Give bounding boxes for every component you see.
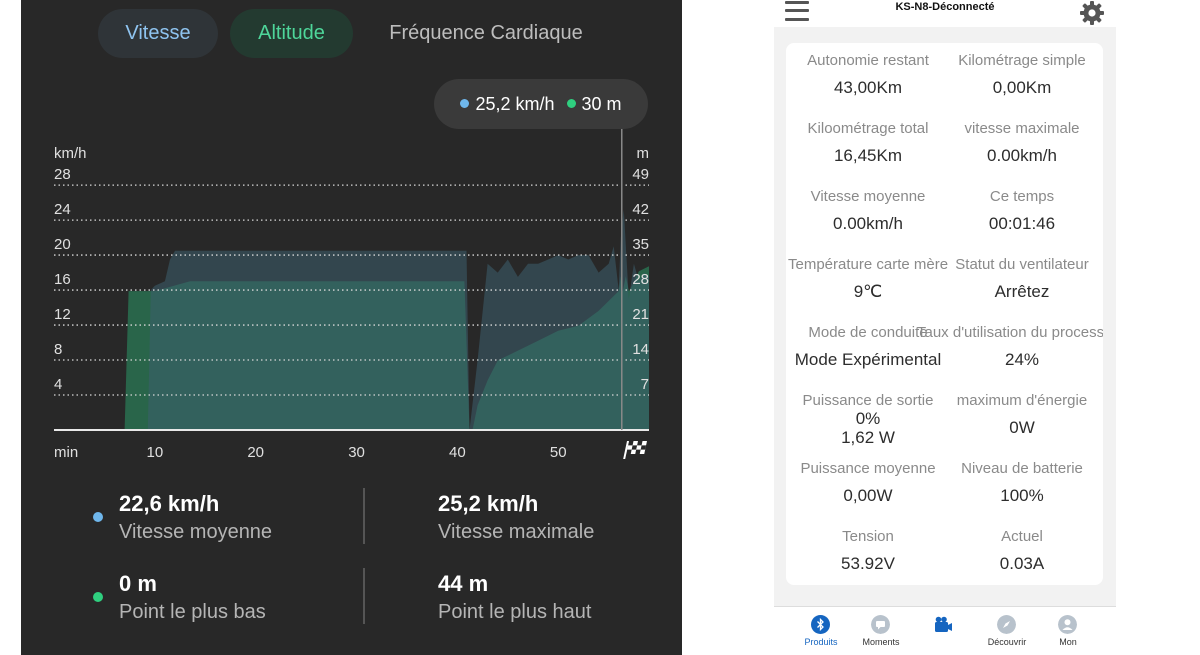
x-tick: 30 — [348, 444, 365, 461]
cell-label: Actuel — [1001, 528, 1043, 545]
altitude-legend-dot — [93, 592, 103, 602]
cell-label: Kiloométrage total — [807, 120, 929, 137]
lowest-point-label: Point le plus bas — [119, 601, 266, 623]
cell-value: 53.92V — [841, 554, 895, 573]
speed-area — [124, 209, 650, 430]
y-axis-label-right: m — [637, 145, 650, 162]
status-card: Autonomie restant 43,00Km Kilométrage si… — [786, 43, 1103, 585]
y-tick-left: 24 — [54, 201, 71, 218]
highest-point-value: 44 m — [438, 571, 489, 596]
stat-divider — [363, 488, 365, 544]
cell-value: 24% — [1004, 350, 1040, 369]
camera-icon — [935, 616, 952, 632]
cell-value: 0% — [855, 409, 881, 428]
nav-label: Mon — [1059, 637, 1077, 647]
y-tick-right: 21 — [632, 306, 649, 323]
app-header: KS-N8-Déconnecté — [774, 0, 1116, 27]
y-tick-left: 28 — [54, 166, 71, 183]
x-tick: 10 — [147, 444, 164, 461]
y-tick-left: 20 — [54, 236, 71, 253]
max-speed-label: Vitesse maximale — [438, 521, 595, 543]
altitude-dot — [566, 98, 576, 108]
cell-label: maximum d'énergie — [956, 392, 1088, 409]
y-tick-right: 42 — [632, 201, 649, 218]
nav-camera[interactable] — [914, 607, 974, 655]
x-tick: 20 — [247, 444, 264, 461]
cell-value: 0.00km/h — [833, 214, 903, 233]
y-tick-right: 7 — [641, 376, 649, 393]
activity-chart-panel: Vitesse Altitude Fréquence Cardiaque 28 4… — [21, 0, 682, 655]
cell-value: Mode Expérimental — [794, 350, 942, 369]
y-tick-left: 8 — [54, 341, 62, 358]
nav-decouvrir[interactable]: Découvrir — [977, 607, 1037, 655]
speed-dot — [460, 98, 470, 108]
y-tick-left: 16 — [54, 271, 71, 288]
cell-value: Arrêtez — [994, 282, 1050, 301]
y-tick-right: 14 — [632, 341, 649, 358]
cell-value: 16,45Km — [833, 146, 903, 165]
cell-value: 43,00Km — [833, 78, 903, 97]
cell-value: 0,00W — [843, 486, 893, 505]
cell-value: 0W — [1009, 418, 1035, 437]
cell-label: Niveau de batterie — [961, 460, 1083, 477]
checkered-flag-icon — [623, 441, 647, 459]
y-tick-right: 28 — [632, 271, 649, 288]
max-speed-value: 25,2 km/h — [438, 491, 539, 516]
cell-label: Tension — [842, 528, 894, 545]
x-axis-label: min — [54, 444, 78, 461]
cell-label: Puissance de sortie — [802, 392, 934, 409]
cell-value: 0.03A — [999, 554, 1045, 573]
compass-icon — [997, 615, 1016, 634]
cell-value: 100% — [1000, 486, 1044, 505]
y-tick-left: 4 — [54, 376, 62, 393]
y-tick-right: 49 — [632, 166, 649, 183]
cell-label: Kilométrage simple — [958, 52, 1086, 69]
highest-point-label: Point le plus haut — [438, 601, 592, 623]
cell-value: 00:01:46 — [988, 214, 1056, 233]
cell-value-secondary: 1,62 W — [841, 428, 895, 447]
tooltip-speed: 25,2 km/h — [475, 94, 555, 114]
cell-label: Taux d'utilisation du processeur — [917, 324, 1103, 341]
bottom-nav: Produits Moments Découvrir Mon — [774, 606, 1116, 655]
avg-speed-value: 22,6 km/h — [119, 491, 220, 516]
x-tick: 50 — [550, 444, 567, 461]
speed-altitude-chart[interactable]: 28 49 24 42 20 35 16 28 12 21 8 14 4 7 km/h m min 10 20 30 4… — [21, 0, 682, 470]
cell-label: Ce temps — [989, 188, 1055, 205]
cell-label: Vitesse moyenne — [810, 188, 926, 205]
avg-speed-label: Vitesse moyenne — [119, 521, 273, 543]
user-icon — [1058, 615, 1077, 634]
speed-legend-dot — [93, 512, 103, 522]
stat-divider — [363, 568, 365, 624]
cell-label: vitesse maximale — [964, 120, 1080, 137]
vehicle-status-panel: KS-N8-Déconnecté Autonomie restant 43,00… — [774, 0, 1116, 655]
nav-produits[interactable]: Produits — [791, 607, 851, 655]
x-tick: 40 — [449, 444, 466, 461]
bluetooth-icon — [811, 615, 830, 634]
cell-label: Autonomie restant — [807, 52, 929, 69]
y-tick-right: 35 — [632, 236, 649, 253]
nav-moments[interactable]: Moments — [851, 607, 911, 655]
gear-icon[interactable] — [1079, 0, 1105, 26]
cell-value: 9℃ — [853, 282, 883, 301]
cell-label: Statut du ventilateur — [955, 256, 1089, 273]
cell-value: 0.00km/h — [987, 146, 1057, 165]
cell-value: 0,00Km — [992, 78, 1052, 97]
nav-label: Découvrir — [987, 637, 1027, 647]
nav-label: Moments — [862, 637, 900, 647]
nav-mon[interactable]: Mon — [1038, 607, 1098, 655]
nav-label: Produits — [804, 637, 838, 647]
cell-label: Puissance moyenne — [800, 460, 936, 477]
y-tick-left: 12 — [54, 306, 71, 323]
device-title: KS-N8-Déconnecté — [895, 1, 995, 13]
lowest-point-value: 0 m — [119, 571, 157, 596]
cell-label: Température carte mère — [788, 256, 948, 273]
y-axis-label-left: km/h — [54, 145, 87, 162]
tooltip-altitude: 30 m — [581, 94, 622, 114]
chat-bubble-icon — [871, 615, 890, 634]
chart-tooltip: 25,2 km/h 30 m — [434, 79, 648, 129]
